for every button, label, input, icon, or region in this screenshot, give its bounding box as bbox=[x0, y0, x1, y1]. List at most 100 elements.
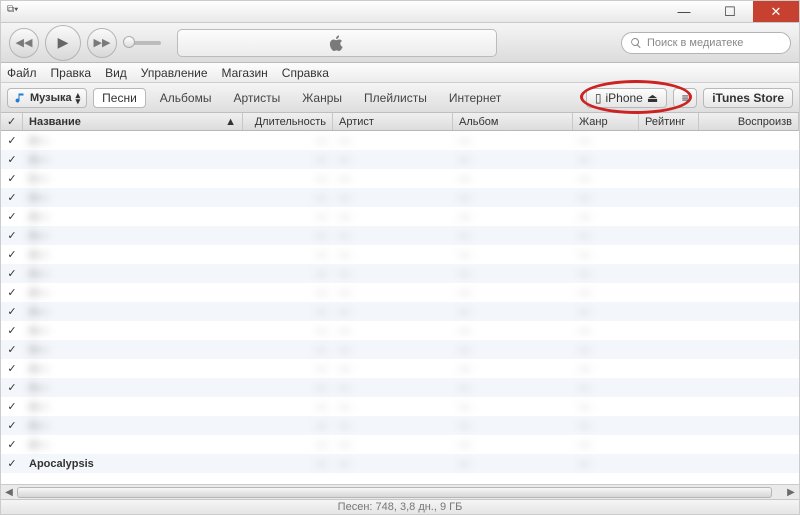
col-plays[interactable]: Воспроизв bbox=[699, 113, 799, 130]
status-text: Песен: 748, 3,8 дн., 9 ГБ bbox=[338, 501, 463, 513]
cell-artist: — bbox=[333, 306, 453, 318]
cell-album: — bbox=[453, 363, 573, 375]
menu-help[interactable]: Справка bbox=[282, 66, 329, 80]
cell-genre: — bbox=[573, 135, 639, 147]
row-checkbox[interactable]: ✓ bbox=[1, 400, 23, 413]
cell-name: A— bbox=[23, 268, 243, 280]
menu-controls[interactable]: Управление bbox=[141, 66, 208, 80]
itunes-store-button[interactable]: iTunes Store bbox=[703, 88, 793, 108]
cell-genre: — bbox=[573, 249, 639, 261]
table-row[interactable]: ✓A————— bbox=[1, 131, 799, 150]
table-row[interactable]: ✓A————— bbox=[1, 150, 799, 169]
prev-track-button[interactable]: ◀◀ bbox=[9, 28, 39, 58]
tab-playlists[interactable]: Плейлисты bbox=[356, 91, 435, 105]
scroll-left-button[interactable]: ◀ bbox=[1, 485, 17, 500]
tab-genres[interactable]: Жанры bbox=[294, 91, 350, 105]
table-body[interactable]: ✓A—————✓A—————✓C—————✓A—————✓A—————✓A———… bbox=[1, 131, 799, 479]
col-check[interactable]: ✓ bbox=[1, 113, 23, 130]
volume-slider[interactable] bbox=[127, 41, 161, 45]
table-row[interactable]: ✓A————— bbox=[1, 397, 799, 416]
cell-album: — bbox=[453, 249, 573, 261]
system-menu-icon[interactable]: ⧉▾ bbox=[7, 4, 18, 15]
table-row[interactable]: ✓A————— bbox=[1, 378, 799, 397]
cell-duration: — bbox=[243, 268, 333, 280]
table-row[interactable]: ✓A————— bbox=[1, 321, 799, 340]
menu-edit[interactable]: Правка bbox=[51, 66, 92, 80]
col-genre[interactable]: Жанр bbox=[573, 113, 639, 130]
next-track-button[interactable]: ▶▶ bbox=[87, 28, 117, 58]
cell-genre: — bbox=[573, 363, 639, 375]
play-button[interactable]: ▶ bbox=[45, 25, 81, 61]
menu-file[interactable]: Файл bbox=[7, 66, 37, 80]
cell-name: A— bbox=[23, 420, 243, 432]
row-checkbox[interactable]: ✓ bbox=[1, 324, 23, 337]
table-row[interactable]: ✓A————— bbox=[1, 283, 799, 302]
cell-album: — bbox=[453, 306, 573, 318]
col-duration[interactable]: Длительность bbox=[243, 113, 333, 130]
cell-artist: — bbox=[333, 135, 453, 147]
table-row[interactable]: ✓A————— bbox=[1, 264, 799, 283]
tab-songs[interactable]: Песни bbox=[93, 88, 146, 108]
table-row[interactable]: ✓A————— bbox=[1, 359, 799, 378]
scroll-right-button[interactable]: ▶ bbox=[783, 485, 799, 500]
cell-artist: — bbox=[333, 439, 453, 451]
col-name[interactable]: Название ▲ bbox=[23, 113, 243, 130]
cell-genre: — bbox=[573, 211, 639, 223]
row-checkbox[interactable]: ✓ bbox=[1, 248, 23, 261]
row-checkbox[interactable]: ✓ bbox=[1, 229, 23, 242]
cell-name: A— bbox=[23, 154, 243, 166]
row-checkbox[interactable]: ✓ bbox=[1, 457, 23, 470]
row-checkbox[interactable]: ✓ bbox=[1, 381, 23, 394]
tab-internet[interactable]: Интернет bbox=[441, 91, 509, 105]
row-checkbox[interactable]: ✓ bbox=[1, 191, 23, 204]
tab-artists[interactable]: Артисты bbox=[225, 91, 288, 105]
cell-duration: — bbox=[243, 249, 333, 261]
table-row[interactable]: ✓A————— bbox=[1, 188, 799, 207]
scroll-thumb[interactable] bbox=[17, 487, 772, 498]
list-view-button[interactable]: ≡ bbox=[673, 88, 697, 108]
table-row[interactable]: ✓A————— bbox=[1, 207, 799, 226]
col-artist[interactable]: Артист bbox=[333, 113, 453, 130]
col-rating[interactable]: Рейтинг bbox=[639, 113, 699, 130]
tab-albums[interactable]: Альбомы bbox=[152, 91, 220, 105]
table-row[interactable]: ✓A————— bbox=[1, 245, 799, 264]
sort-asc-icon: ▲ bbox=[225, 116, 236, 128]
row-checkbox[interactable]: ✓ bbox=[1, 419, 23, 432]
table-row[interactable]: ✓C————— bbox=[1, 169, 799, 188]
table-row[interactable]: ✓A————— bbox=[1, 435, 799, 454]
row-checkbox[interactable]: ✓ bbox=[1, 153, 23, 166]
table-row[interactable]: ✓A————— bbox=[1, 416, 799, 435]
col-album[interactable]: Альбом bbox=[453, 113, 573, 130]
row-checkbox[interactable]: ✓ bbox=[1, 438, 23, 451]
library-picker[interactable]: Музыка ▴▾ bbox=[7, 88, 87, 108]
row-checkbox[interactable]: ✓ bbox=[1, 267, 23, 280]
horizontal-scrollbar[interactable]: ◀ ▶ bbox=[1, 484, 799, 499]
cell-duration: — bbox=[243, 363, 333, 375]
table-row[interactable]: ✓A————— bbox=[1, 302, 799, 321]
minimize-button[interactable]: — bbox=[661, 1, 707, 22]
close-button[interactable]: ✕ bbox=[753, 1, 799, 22]
cell-duration: — bbox=[243, 287, 333, 299]
cell-genre: — bbox=[573, 325, 639, 337]
table-row[interactable]: ✓Apocalypsis———— bbox=[1, 454, 799, 473]
row-checkbox[interactable]: ✓ bbox=[1, 305, 23, 318]
device-button[interactable]: ▯ iPhone ⏏ bbox=[586, 88, 667, 108]
search-input[interactable]: Поиск в медиатеке bbox=[621, 32, 791, 54]
row-checkbox[interactable]: ✓ bbox=[1, 172, 23, 185]
menu-store[interactable]: Магазин bbox=[222, 66, 268, 80]
row-checkbox[interactable]: ✓ bbox=[1, 210, 23, 223]
maximize-button[interactable]: ☐ bbox=[707, 1, 753, 22]
eject-icon[interactable]: ⏏ bbox=[647, 91, 658, 105]
menu-view[interactable]: Вид bbox=[105, 66, 127, 80]
table-row[interactable]: ✓A————— bbox=[1, 226, 799, 245]
table-row[interactable]: ✓A————— bbox=[1, 340, 799, 359]
row-checkbox[interactable]: ✓ bbox=[1, 343, 23, 356]
cell-duration: — bbox=[243, 192, 333, 204]
cell-artist: — bbox=[333, 192, 453, 204]
now-playing-display bbox=[177, 29, 497, 57]
row-checkbox[interactable]: ✓ bbox=[1, 286, 23, 299]
cell-duration: — bbox=[243, 211, 333, 223]
row-checkbox[interactable]: ✓ bbox=[1, 362, 23, 375]
device-label: iPhone bbox=[605, 91, 642, 105]
row-checkbox[interactable]: ✓ bbox=[1, 134, 23, 147]
